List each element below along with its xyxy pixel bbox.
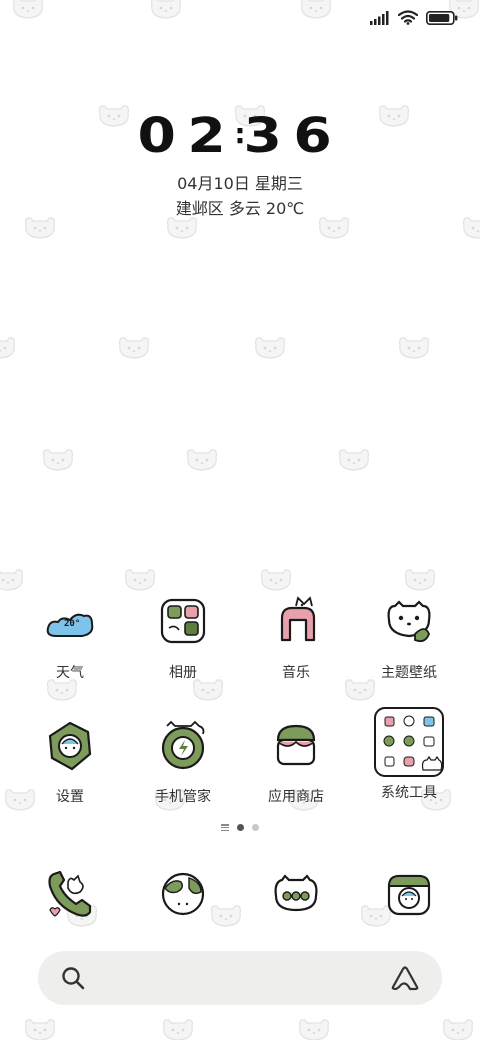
messages-icon [274, 874, 318, 912]
wallpaper-bear-icon [298, 1019, 330, 1040]
clock-hours: 02 [137, 108, 237, 164]
app-label-settings: 设置 [56, 789, 84, 805]
assistant-icon[interactable] [390, 965, 420, 991]
date-text: 04月10日 星期三 [177, 174, 303, 193]
wallpaper-bear-icon [254, 337, 286, 359]
page-indicator[interactable] [0, 824, 480, 831]
search-icon[interactable] [60, 965, 86, 991]
app-label-system-tools: 系统工具 [381, 785, 437, 801]
weather-text: 建邺区 多云 20℃ [175, 199, 305, 218]
wallpaper-bear-icon [124, 569, 156, 591]
wifi-icon [398, 10, 418, 25]
wallpaper-bear-icon [398, 337, 430, 359]
app-label-themes: 主题壁纸 [381, 665, 437, 681]
wallpaper-bear-icon [12, 0, 44, 19]
page-dot-active[interactable] [237, 824, 244, 831]
svg-text:20°: 20° [64, 619, 80, 629]
wallpaper-bear-icon [0, 337, 16, 359]
app-weather[interactable]: 20° 天气 [15, 590, 125, 700]
phone-icon [48, 870, 92, 917]
page-dot[interactable] [252, 824, 259, 831]
wallpaper-bear-icon [300, 0, 332, 19]
app-security[interactable]: 手机管家 [128, 714, 238, 824]
music-icon [280, 596, 316, 642]
dock-messages[interactable] [241, 862, 351, 926]
dock-camera[interactable] [354, 862, 464, 926]
browser-icon [161, 872, 205, 916]
wallpaper-bear-icon [24, 217, 56, 239]
app-store-icon [276, 724, 316, 766]
app-themes[interactable]: 主题壁纸 [354, 590, 464, 700]
app-row-2: 设置 手机管家 应用商店 系统工具 [0, 707, 480, 824]
gallery-icon [160, 598, 206, 644]
wallpaper-bear-icon [442, 1019, 474, 1040]
clock-minutes: 36 [243, 108, 343, 164]
app-gallery[interactable]: 相册 [128, 590, 238, 700]
battery-icon [426, 10, 458, 25]
security-icon [161, 720, 205, 770]
app-label-weather: 天气 [56, 665, 84, 681]
wallpaper-bear-icon [24, 1019, 56, 1040]
dock-browser[interactable] [128, 862, 238, 926]
page-indicator-minus-one[interactable] [221, 824, 229, 831]
system-tools-folder-icon [374, 707, 444, 777]
dock-phone[interactable] [15, 862, 125, 926]
app-label-music: 音乐 [282, 665, 310, 681]
folder-system-tools[interactable]: 系统工具 [354, 707, 464, 824]
app-row-1: 20° 天气 相册 音乐 主题壁纸 [0, 590, 480, 700]
wallpaper-bear-icon [318, 217, 350, 239]
cellular-signal-icon [370, 10, 389, 25]
settings-icon [48, 721, 92, 771]
search-bar[interactable] [38, 951, 442, 1005]
camera-icon [387, 874, 431, 916]
app-music[interactable]: 音乐 [241, 590, 351, 700]
clock-widget[interactable]: 02:36 [0, 108, 480, 164]
wallpaper-bear-icon [118, 337, 150, 359]
status-bar [370, 10, 458, 25]
app-label-gallery: 相册 [169, 665, 197, 681]
weather-icon: 20° [46, 613, 94, 637]
wallpaper-bear-icon [260, 569, 292, 591]
wallpaper-bear-icon [338, 449, 370, 471]
app-label-security: 手机管家 [155, 789, 211, 805]
wallpaper-bear-icon [166, 217, 198, 239]
wallpaper-bear-icon [150, 0, 182, 19]
app-label-app-store: 应用商店 [268, 789, 324, 805]
wallpaper-bear-icon [42, 449, 74, 471]
app-store[interactable]: 应用商店 [241, 714, 351, 824]
wallpaper-bear-icon [404, 569, 436, 591]
wallpaper-bear-icon [162, 1019, 194, 1040]
themes-icon [387, 600, 431, 643]
wallpaper-bear-icon [186, 449, 218, 471]
wallpaper-bear-icon [0, 569, 24, 591]
dock [0, 862, 480, 926]
wallpaper-bear-icon [462, 217, 480, 239]
app-settings[interactable]: 设置 [15, 714, 125, 824]
